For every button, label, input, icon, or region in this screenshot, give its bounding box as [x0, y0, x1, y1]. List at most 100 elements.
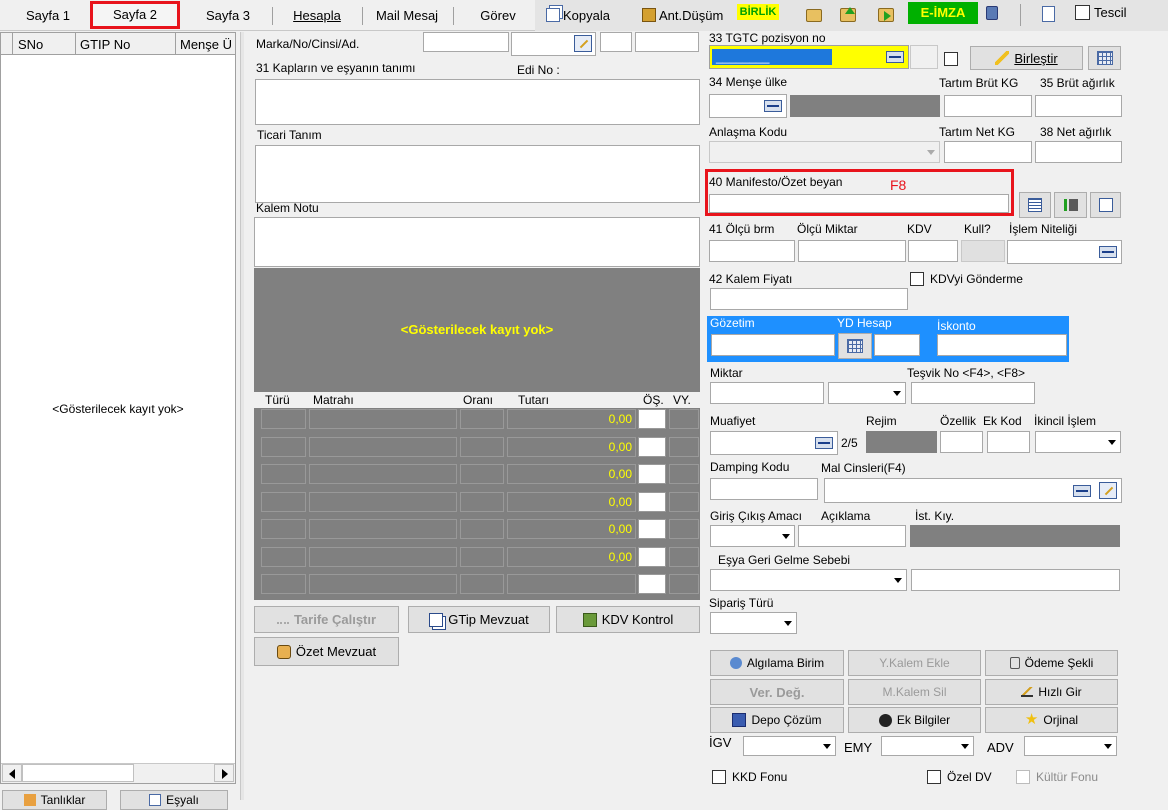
tab-hesapla[interactable]: Hesapla — [280, 2, 354, 30]
document-icon[interactable] — [1042, 6, 1055, 22]
column-header-mense[interactable]: Menşe Ü — [180, 37, 234, 52]
kdv-input[interactable] — [908, 240, 958, 262]
net-agirlik-input[interactable] — [1035, 141, 1122, 163]
folder-open-icon[interactable] — [806, 9, 822, 22]
igv-combo[interactable] — [743, 736, 836, 756]
column-header-sno[interactable]: SNo — [18, 37, 43, 52]
hizli-gir-button[interactable]: Hızlı Gir — [985, 679, 1118, 705]
e-imza-button[interactable]: E-İMZA — [908, 2, 978, 24]
damping-kodu-input[interactable] — [710, 478, 818, 500]
gtip-mevzuat-button[interactable]: GTip Mevzuat — [408, 606, 550, 633]
ozellik-input[interactable] — [940, 431, 983, 453]
tartim-net-input[interactable] — [944, 141, 1032, 163]
esyali-button[interactable]: Eşyalı — [120, 790, 228, 810]
marka-input-2[interactable] — [511, 32, 596, 56]
mense-lookup-icon[interactable] — [764, 100, 782, 112]
tab-sayfa-2[interactable]: Sayfa 2 — [90, 1, 180, 29]
mense-ulke-input[interactable] — [709, 94, 787, 118]
mal-cinsleri-lookup-icon[interactable] — [1073, 485, 1091, 497]
ek-kod-input[interactable] — [987, 431, 1030, 453]
tarife-calistir-button[interactable]: Tarife Çalıştır — [254, 606, 399, 633]
odeme-sekli-button[interactable]: Ödeme Şekli — [985, 650, 1118, 676]
giris-cikis-combo[interactable] — [710, 525, 795, 547]
olcu-miktar-input[interactable] — [798, 240, 906, 262]
kdv-gonderme-checkbox[interactable] — [910, 272, 924, 286]
edit-icon[interactable] — [1099, 482, 1117, 499]
ticari-tanim-textarea[interactable] — [255, 145, 700, 203]
folder-up-icon[interactable] — [840, 7, 856, 22]
manifesto-import-button[interactable] — [1090, 192, 1121, 218]
tab-sayfa-1[interactable]: Sayfa 1 — [8, 2, 88, 30]
brut-agirlik-input[interactable] — [1035, 95, 1122, 117]
adv-combo[interactable] — [1024, 736, 1117, 756]
iskonto-input[interactable] — [937, 334, 1067, 356]
folder-export-icon[interactable] — [878, 8, 894, 22]
tescil-checkbox[interactable] — [1075, 5, 1090, 20]
ek-bilgiler-button[interactable]: Ek Bilgiler — [848, 707, 981, 733]
calculator-button[interactable] — [1088, 46, 1121, 70]
kalem-fiyati-input[interactable] — [710, 288, 908, 310]
tartim-brut-input[interactable] — [944, 95, 1032, 117]
tgtc-field[interactable]: ________ — [709, 45, 909, 69]
yd-hesap-calc-button[interactable] — [838, 333, 872, 359]
marka-input-1[interactable] — [423, 32, 509, 52]
emy-combo[interactable] — [881, 736, 974, 756]
panel-splitter[interactable] — [240, 32, 244, 800]
edit-icon[interactable] — [574, 35, 592, 52]
siparis-turu-combo[interactable] — [710, 612, 797, 634]
tanliklar-button[interactable]: Tanlıklar — [2, 790, 107, 810]
tax-os-cell[interactable] — [638, 492, 666, 512]
column-header-gtip[interactable]: GTIP No — [80, 37, 130, 52]
gozetim-input[interactable] — [711, 334, 835, 356]
esya-geri-input[interactable] — [911, 569, 1120, 591]
algilama-birim-button[interactable]: Algılama Birim — [710, 650, 844, 676]
birlik-button[interactable]: BİRLİK — [737, 4, 779, 20]
miktar-unit-combo[interactable] — [828, 382, 906, 404]
tax-os-cell[interactable] — [638, 574, 666, 594]
usb-token-icon[interactable] — [986, 6, 998, 20]
mal-cinsleri-input[interactable] — [824, 478, 1122, 503]
tab-gorev[interactable]: Görev — [466, 2, 530, 30]
islem-lookup-icon[interactable] — [1099, 246, 1117, 258]
tax-os-cell[interactable] — [638, 547, 666, 567]
esya-geri-combo[interactable] — [710, 569, 907, 591]
kdv-kontrol-button[interactable]: KDV Kontrol — [556, 606, 700, 633]
tax-os-cell[interactable] — [638, 409, 666, 429]
orjinal-button[interactable]: ★ Orjinal — [985, 707, 1118, 733]
tax-os-cell[interactable] — [638, 519, 666, 539]
tax-os-cell[interactable] — [638, 437, 666, 457]
aciklama-input[interactable] — [798, 525, 906, 547]
manifesto-list-button[interactable] — [1054, 192, 1087, 218]
marka-input-4[interactable] — [635, 32, 699, 52]
muafiyet-lookup-icon[interactable] — [815, 437, 833, 449]
scroll-thumb[interactable] — [22, 764, 134, 782]
muafiyet-input[interactable] — [710, 431, 838, 455]
kaplar-textarea[interactable] — [255, 79, 700, 125]
depo-cozum-button[interactable]: Depo Çözüm — [710, 707, 844, 733]
scroll-right-arrow[interactable] — [214, 764, 234, 782]
tesvik-input[interactable] — [911, 382, 1035, 404]
ozet-mevzuat-button[interactable]: Özet Mevzuat — [254, 637, 399, 666]
olcu-brm-input[interactable] — [709, 240, 795, 262]
ozel-dv-checkbox[interactable] — [927, 770, 941, 784]
kalem-notu-textarea[interactable] — [254, 217, 700, 267]
miktar-input[interactable] — [710, 382, 824, 404]
birlestir-button[interactable]: Birleştir — [970, 46, 1083, 70]
m-kalem-sil-button[interactable]: M.Kalem Sil — [848, 679, 981, 705]
ver-deg-button[interactable]: Ver. Değ. — [710, 679, 844, 705]
tgtc-checkbox[interactable] — [944, 52, 958, 66]
ikincil-islem-combo[interactable] — [1035, 431, 1121, 453]
ant-dusum-button[interactable]: Ant.Düşüm — [642, 5, 723, 25]
manifesto-detail-button[interactable] — [1019, 192, 1051, 218]
manifesto-input[interactable] — [709, 194, 1009, 213]
yd-hesap-input[interactable] — [874, 334, 920, 356]
marka-input-3[interactable] — [600, 32, 632, 52]
tgtc-lookup-icon[interactable] — [886, 51, 904, 63]
y-kalem-ekle-button[interactable]: Y.Kalem Ekle — [848, 650, 981, 676]
tab-mail-mesaj[interactable]: Mail Mesaj — [366, 2, 448, 30]
tax-os-cell[interactable] — [638, 464, 666, 484]
tab-sayfa-3[interactable]: Sayfa 3 — [188, 2, 268, 30]
kopyala-button[interactable]: Kopyala — [546, 5, 610, 25]
islem-niteligi-input[interactable] — [1007, 240, 1122, 264]
kkd-fonu-checkbox[interactable] — [712, 770, 726, 784]
